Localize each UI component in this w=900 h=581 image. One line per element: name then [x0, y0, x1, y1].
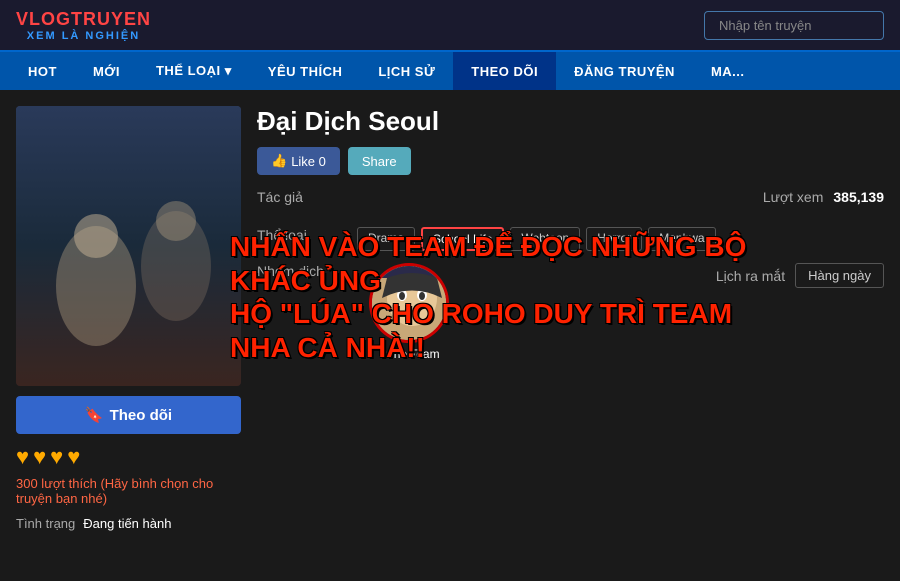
nhom-dich-row: Nhóm dịch — [257, 263, 884, 361]
cover-art: ROHOTEAM VLOGTRUYENXEM LÀ NGHIỆN 어느날갑자기서… — [16, 106, 241, 386]
bookmark-icon: 🔖 — [85, 406, 104, 424]
tag-drama[interactable]: Drama — [357, 227, 415, 251]
status-row: Tình trạng Đang tiến hành — [16, 516, 241, 531]
hearts-container: ♥ ♥ ♥ ♥ — [16, 444, 241, 470]
logo-top: VLOGTRUYEN — [16, 9, 151, 30]
nav-theo-doi[interactable]: THEO DÕI — [453, 52, 556, 90]
lich-ra-mat-label: Lịch ra mắt — [716, 268, 785, 284]
translator-wrap: Roho Team — [369, 263, 449, 361]
logo: VLOGTRUYEN XEM LÀ NGHIỆN — [16, 9, 151, 42]
heart-2: ♥ — [33, 444, 46, 470]
cover-svg — [16, 106, 241, 386]
heart-1: ♥ — [16, 444, 29, 470]
cover-image: ROHOTEAM VLOGTRUYENXEM LÀ NGHIỆN 어느날갑자기서… — [16, 106, 241, 386]
tac-gia-left: Tác giả — [257, 189, 664, 217]
logo-sub: XEM LÀ NGHIỆN — [27, 30, 140, 42]
tag-school-life[interactable]: School Life — [421, 227, 504, 251]
heart-4: ♥ — [67, 444, 80, 470]
like-button[interactable]: 👍 Like 0 — [257, 147, 340, 175]
lich-ra-mat-right: Lịch ra mắt Hàng ngày — [664, 263, 884, 288]
nhom-dich-content: Nhóm dịch — [257, 263, 664, 361]
main-wrapper: NHẤN VÀO TEAM ĐỂ ĐỌC NHỮNG BỘ KHÁC ỦNG H… — [0, 90, 900, 547]
nav-lich-su[interactable]: LỊCH SỬ — [360, 52, 453, 90]
tac-gia-label: Tác giả — [257, 189, 357, 205]
luot-xem-label: Lượt xem — [763, 189, 824, 205]
manga-content: Đại Dịch Seoul 👍 Like 0 Share Tác giả — [257, 106, 884, 531]
search-input[interactable] — [704, 11, 884, 40]
the-loai-label: Thể loại — [257, 227, 357, 243]
translator-avatar[interactable] — [369, 263, 449, 343]
nav-moi[interactable]: MỚI — [75, 52, 138, 90]
nav-the-loai[interactable]: THỂ LOẠI ▾ — [138, 52, 250, 90]
likes-text: 300 lượt thích (Hãy bình chọn cho truyện… — [16, 476, 241, 506]
tag-webtoon[interactable]: Webtoon — [510, 227, 580, 251]
header: VLOGTRUYEN XEM LÀ NGHIỆN — [0, 0, 900, 52]
tac-gia-row: Tác giả Lượt xem 385,139 — [257, 189, 884, 217]
share-label: Share — [362, 154, 397, 169]
tags-container: Drama School Life Webtoon Horror Manhwa — [357, 227, 716, 251]
sidebar: ROHOTEAM VLOGTRUYENXEM LÀ NGHIỆN 어느날갑자기서… — [16, 106, 241, 531]
nav-dang-truyen[interactable]: ĐĂNG TRUYỆN — [556, 52, 693, 90]
the-loai-row: Thể loại Drama School Life Webtoon Horro… — [257, 227, 884, 251]
share-button[interactable]: Share — [348, 147, 411, 175]
tinh-trang-value: Đang tiến hành — [83, 516, 171, 531]
luot-xem-right: Lượt xem 385,139 — [664, 189, 884, 205]
luot-xem-value: 385,139 — [833, 189, 884, 205]
follow-button[interactable]: 🔖 Theo dõi — [16, 396, 241, 434]
translator-name: Roho Team — [378, 347, 439, 361]
main-content: ROHOTEAM VLOGTRUYENXEM LÀ NGHIỆN 어느날갑자기서… — [0, 90, 900, 547]
nhom-dich-label: Nhóm dịch — [257, 263, 357, 279]
translator-svg — [372, 263, 446, 343]
tag-manhwa[interactable]: Manhwa — [648, 227, 715, 251]
nhom-dich-left: Nhóm dịch — [257, 263, 664, 361]
tag-horror[interactable]: Horror — [586, 227, 642, 251]
nav-ma[interactable]: MA... — [693, 52, 763, 90]
lich-ra-mat-value: Hàng ngày — [795, 263, 884, 288]
tac-gia-info: Tác giả — [257, 189, 664, 205]
translator-face — [372, 266, 446, 340]
thumbs-up-icon: 👍 — [271, 153, 287, 169]
nav-yeu-thich[interactable]: YÊU THÍCH — [250, 52, 361, 90]
main-nav: HOT MỚI THỂ LOẠI ▾ YÊU THÍCH LỊCH SỬ THE… — [0, 52, 900, 90]
nav-hot[interactable]: HOT — [10, 52, 75, 90]
like-count: Like 0 — [291, 154, 326, 169]
tinh-trang-label: Tình trạng — [16, 516, 75, 531]
manga-title: Đại Dịch Seoul — [257, 106, 884, 137]
action-buttons: 👍 Like 0 Share — [257, 147, 884, 175]
heart-3: ♥ — [50, 444, 63, 470]
follow-label: Theo dõi — [110, 407, 173, 424]
likes-count: 300 lượt thích — [16, 476, 97, 491]
